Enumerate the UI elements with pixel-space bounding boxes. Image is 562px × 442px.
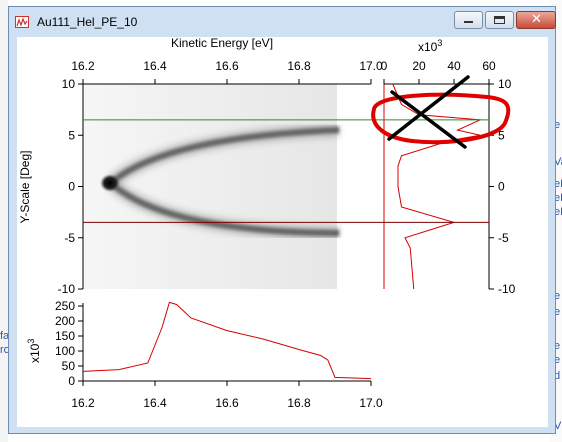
side-profile-plot[interactable]: x103 0 20 40 60 1050-5-10 bbox=[381, 38, 516, 296]
bottom-profile-plot[interactable]: x103 250200150100500 16.2 16.4 16.6 16.8 17.… bbox=[26, 299, 383, 410]
left-axis-tick-label: -5 bbox=[64, 231, 75, 245]
bottom-x-tick-label: 16.6 bbox=[215, 396, 239, 410]
minimize-icon bbox=[464, 21, 473, 23]
close-button[interactable]: ✕ bbox=[516, 11, 556, 29]
top-axis-tick-label: 16.8 bbox=[287, 59, 311, 73]
side-y-tick-label: 10 bbox=[498, 77, 512, 91]
maximize-icon bbox=[494, 16, 505, 24]
bottom-y-tick-label: 250 bbox=[55, 299, 75, 313]
bottom-multiplier-label: x103 bbox=[26, 339, 42, 363]
graph-app-icon bbox=[15, 16, 29, 28]
top-axis-tick-label: 16.2 bbox=[71, 59, 95, 73]
close-icon: ✕ bbox=[531, 12, 542, 27]
title-bar[interactable]: Au111_Hel_PE_10 ✕ bbox=[9, 7, 556, 37]
graph-window[interactable]: Au111_Hel_PE_10 ✕ Kinetic Energy [eV] 16… bbox=[8, 6, 556, 434]
background-window bbox=[0, 0, 8, 442]
edc-trace-line bbox=[82, 301, 372, 380]
top-axis: Kinetic Energy [eV] 16.2 16.4 16.6 16.8 17.0 bbox=[71, 36, 383, 85]
side-x-tick-label: 0 bbox=[381, 59, 388, 73]
left-axis: Y-Scale [Deg] 10 5 0 -5 -10 bbox=[18, 77, 84, 296]
minimize-button[interactable] bbox=[454, 11, 483, 29]
side-y-tick-label: -10 bbox=[498, 282, 516, 296]
side-x-tick-label: 60 bbox=[482, 59, 496, 73]
side-x-tick-label: 20 bbox=[412, 59, 426, 73]
bottom-y-tick-label: 100 bbox=[55, 344, 75, 358]
bottom-y-tick-label: 50 bbox=[62, 359, 76, 373]
image-plot-blank bbox=[337, 84, 371, 289]
side-y-tick-label: 0 bbox=[498, 180, 505, 194]
bottom-x-tick-label: 17.0 bbox=[359, 396, 383, 410]
graph-canvas[interactable]: Kinetic Energy [eV] 16.2 16.4 16.6 16.8 17.0… bbox=[17, 36, 548, 427]
bottom-x-tick-label: 16.2 bbox=[71, 396, 95, 410]
left-axis-tick-label: -10 bbox=[58, 282, 76, 296]
top-axis-tick-label: 16.6 bbox=[215, 59, 239, 73]
maximize-button[interactable] bbox=[485, 11, 514, 29]
bottom-y-tick-label: 150 bbox=[55, 329, 75, 343]
left-axis-tick-label: 0 bbox=[68, 180, 75, 194]
window-title: Au111_Hel_PE_10 bbox=[37, 15, 138, 29]
left-axis-tick-label: 5 bbox=[68, 128, 75, 142]
bottom-x-tick-label: 16.4 bbox=[143, 396, 167, 410]
bottom-y-tick-label: 0 bbox=[68, 374, 75, 388]
left-axis-tick-label: 10 bbox=[62, 77, 76, 91]
side-y-tick-label: -5 bbox=[498, 231, 509, 245]
bottom-y-tick-label: 200 bbox=[55, 314, 75, 328]
top-axis-tick-label: 17.0 bbox=[359, 59, 383, 73]
mdc-trace-line bbox=[392, 83, 483, 290]
axis-title-y-scale: Y-Scale [Deg] bbox=[18, 151, 32, 224]
bottom-x-tick-label: 16.8 bbox=[287, 396, 311, 410]
side-x-tick-label: 40 bbox=[447, 59, 461, 73]
top-axis-tick-label: 16.4 bbox=[143, 59, 167, 73]
graph-svg: Kinetic Energy [eV] 16.2 16.4 16.6 16.8 17.0… bbox=[18, 36, 516, 410]
axis-title-kinetic-energy: Kinetic Energy [eV] bbox=[171, 37, 273, 50]
annotation-black-cross bbox=[387, 75, 470, 149]
side-multiplier-label: x103 bbox=[418, 38, 442, 54]
